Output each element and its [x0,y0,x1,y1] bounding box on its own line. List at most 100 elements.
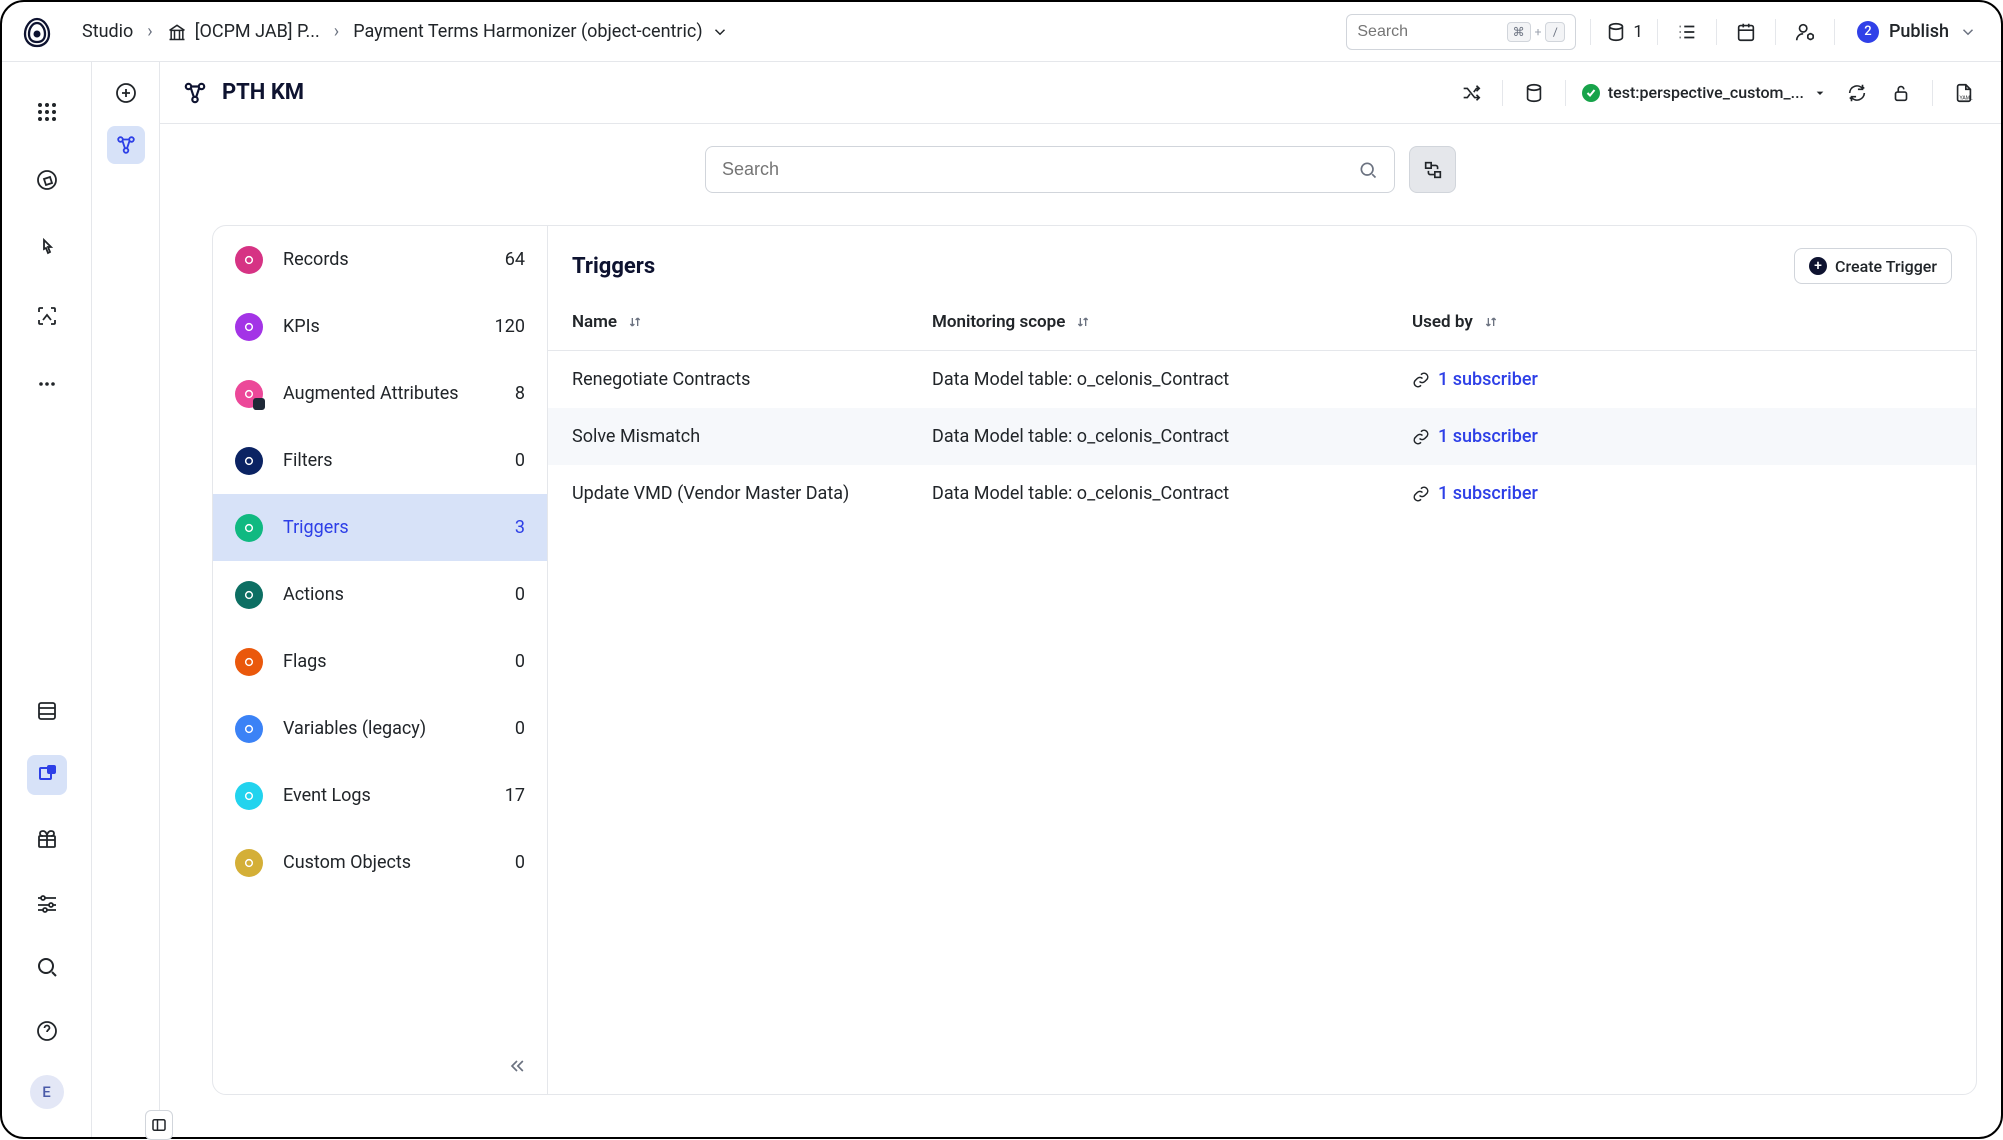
cell-scope: Data Model table: o_celonis_Contract [932,426,1412,447]
table-row[interactable]: Renegotiate ContractsData Model table: o… [548,351,1976,408]
refresh-button[interactable] [1842,78,1872,108]
category-custom-objects[interactable]: Custom Objects 0 [213,829,547,896]
category-label: Triggers [283,517,349,538]
publish-button[interactable]: 2 Publish [1849,21,1985,43]
table-row[interactable]: Update VMD (Vendor Master Data)Data Mode… [548,465,1976,522]
category-triggers[interactable]: Triggers 3 [213,494,547,561]
kpis-icon [235,313,263,341]
help-nav[interactable] [27,1011,67,1051]
perspective-selector[interactable]: test:perspective_custom_... [1582,83,1828,102]
data-model-button[interactable] [1519,78,1549,108]
cell-scope: Data Model table: o_celonis_Contract [932,369,1412,390]
topbar: Studio › [OCPM JAB] P... › Payment Terms… [2,2,2001,62]
breadcrumb-view[interactable]: Payment Terms Harmonizer (object-centric… [353,21,728,42]
publish-count-badge: 2 [1857,21,1879,43]
main-area: E PTH KM [2,62,2001,1137]
lock-button[interactable] [1886,78,1916,108]
chevron-down-icon [1959,23,1977,41]
category-actions[interactable]: Actions0 [213,561,547,628]
sort-icon [627,314,643,330]
category-count: 0 [515,852,525,873]
filters-icon [235,447,263,475]
knowledge-model-tab[interactable] [107,126,145,164]
collapse-sidebar-button[interactable] [503,1052,531,1080]
category-count: 17 [505,785,525,806]
toggle-layout-button[interactable] [1409,146,1456,193]
category-filters[interactable]: Filters 0 [213,427,547,494]
table-row[interactable]: Solve MismatchData Model table: o_celoni… [548,408,1976,465]
pointer-nav[interactable] [27,228,67,268]
separator [1932,80,1933,106]
category-label: Variables (legacy) [283,718,426,739]
studio-nav[interactable] [27,755,67,795]
category-records[interactable]: Records64 [213,226,547,293]
category-label: Custom Objects [283,852,411,873]
augmented-attributes-icon [235,380,263,408]
separator [1657,19,1658,45]
column-monitoring-scope[interactable]: Monitoring scope [932,312,1412,332]
actions-icon [235,581,263,609]
content-search[interactable] [705,146,1395,193]
view-title: PTH KM [222,80,304,105]
category-count: 0 [515,450,525,471]
category-label: KPIs [283,316,320,337]
detail-panel: Triggers + Create Trigger Name Monitor [548,226,1976,1094]
search-nav[interactable] [27,947,67,987]
flags-icon [235,648,263,676]
category-flags[interactable]: Flags 0 [213,628,547,695]
user-settings-button[interactable] [1790,17,1820,47]
shuffle-button[interactable] [1456,78,1486,108]
kbd-cmd: ⌘ [1507,22,1531,42]
breadcrumb: Studio › [OCPM JAB] P... › Payment Terms… [82,21,729,42]
cell-scope: Data Model table: o_celonis_Contract [932,483,1412,504]
library-nav[interactable] [27,691,67,731]
variables-legacy--icon [235,715,263,743]
capture-nav[interactable] [27,296,67,336]
category-label: Actions [283,584,344,605]
category-kpis[interactable]: KPIs120 [213,293,547,360]
cell-name: Solve Mismatch [572,426,932,447]
svg-text:YAML: YAML [1959,95,1973,101]
search-input-field[interactable] [1357,23,1457,41]
collapse-rail-button[interactable] [145,1110,173,1140]
cell-used-by[interactable]: 1 subscriber [1412,483,1952,504]
global-search-input[interactable]: ⌘ + / [1346,14,1576,50]
content-search-input[interactable] [722,159,1350,180]
app-logo[interactable] [18,13,56,51]
category-count: 3 [515,517,525,538]
category-variables-legacy-[interactable]: Variables (legacy)0 [213,695,547,762]
yaml-button[interactable]: YAML [1949,78,1979,108]
separator [1590,19,1591,45]
calendar-button[interactable] [1731,17,1761,47]
more-nav[interactable] [27,364,67,404]
apps-nav[interactable] [27,92,67,132]
status-dot-icon [1582,84,1600,102]
category-event-logs[interactable]: Event Logs17 [213,762,547,829]
column-name[interactable]: Name [572,312,932,332]
data-source-count[interactable]: 1 [1605,21,1643,43]
category-count: 0 [515,651,525,672]
cell-used-by[interactable]: 1 subscriber [1412,369,1952,390]
category-label: Flags [283,651,327,672]
chevron-right-icon: › [147,21,152,42]
category-augmented-attributes[interactable]: Augmented Attributes8 [213,360,547,427]
column-used-by[interactable]: Used by [1412,312,1952,332]
event-logs-icon [235,782,263,810]
create-trigger-button[interactable]: + Create Trigger [1794,248,1952,284]
breadcrumb-studio[interactable]: Studio [82,21,133,42]
cell-used-by[interactable]: 1 subscriber [1412,426,1952,447]
checklist-button[interactable] [1672,17,1702,47]
breadcrumb-package[interactable]: [OCPM JAB] P... [167,21,320,42]
gift-nav[interactable] [27,819,67,859]
cell-name: Renegotiate Contracts [572,369,932,390]
explore-nav[interactable] [27,160,67,200]
settings-nav[interactable] [27,883,67,923]
bank-icon [167,22,187,42]
add-button[interactable] [111,78,141,108]
search-icon [1358,160,1378,180]
custom-objects-icon [235,849,263,877]
user-avatar[interactable]: E [30,1075,64,1109]
separator [1834,19,1835,45]
category-sidebar: Records64KPIs120Augmented Attributes8Fil… [213,226,548,1094]
category-label: Filters [283,450,333,471]
